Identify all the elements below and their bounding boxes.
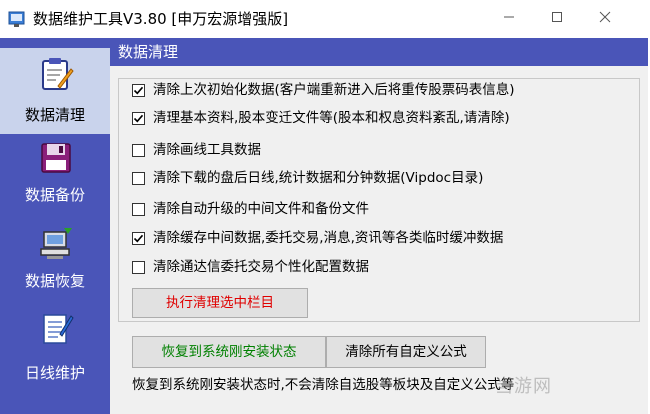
maximize-button[interactable] bbox=[534, 0, 580, 34]
option-clear-downloaded-data[interactable]: 清除下载的盘后日线,统计数据和分钟数据(Vipdoc目录) bbox=[132, 168, 483, 188]
title-bar: 数据维护工具V3.80 [申万宏源增强版] bbox=[0, 0, 650, 38]
app-icon bbox=[8, 11, 25, 27]
option-clear-cache-data[interactable]: 清除缓存中间数据,委托交易,消息,资讯等各类临时缓冲数据 bbox=[132, 228, 503, 248]
option-label: 清除上次初始化数据(客户端重新进入后将重传股票码表信息) bbox=[153, 82, 515, 98]
main-panel: 数据清理 清除上次初始化数据(客户端重新进入后将重传股票码表信息) 清理基本资料… bbox=[110, 38, 648, 414]
checkmark-icon bbox=[133, 234, 144, 242]
checkbox[interactable] bbox=[132, 171, 145, 185]
checkbox[interactable] bbox=[132, 111, 145, 125]
checkbox[interactable] bbox=[132, 143, 145, 157]
option-label: 清理基本资料,股本变迁文件等(股本和权息资料紊乱,请清除) bbox=[153, 110, 510, 126]
option-label: 清除缓存中间数据,委托交易,消息,资讯等各类临时缓冲数据 bbox=[153, 230, 504, 246]
option-clear-basic-info[interactable]: 清理基本资料,股本变迁文件等(股本和权息资料紊乱,请清除) bbox=[132, 108, 510, 128]
close-button[interactable] bbox=[582, 0, 628, 34]
sidebar-item-label: 日线维护 bbox=[24, 364, 85, 382]
checkmark-icon bbox=[133, 114, 144, 122]
checkbox[interactable] bbox=[132, 231, 145, 245]
option-clear-drawing-tools[interactable]: 清除画线工具数据 bbox=[132, 140, 261, 160]
sidebar-item-label: 数据备份 bbox=[24, 186, 85, 204]
minimize-icon bbox=[504, 16, 514, 18]
panel-header: 数据清理 bbox=[110, 38, 648, 66]
option-label: 清除自动升级的中间文件和备份文件 bbox=[153, 201, 369, 217]
clipboard-pencil-icon bbox=[42, 58, 74, 90]
sidebar-item-data-backup[interactable]: 数据备份 bbox=[0, 134, 110, 220]
sidebar-item-label: 数据恢复 bbox=[24, 272, 85, 290]
sidebar-item-daily-line[interactable]: 日线维护 bbox=[0, 306, 110, 392]
checkbox[interactable] bbox=[132, 202, 145, 216]
restore-install-state-button[interactable]: 恢复到系统刚安装状态 bbox=[132, 336, 326, 368]
sidebar-item-data-clean[interactable]: 数据清理 bbox=[0, 48, 110, 134]
option-clear-init-data[interactable]: 清除上次初始化数据(客户端重新进入后将重传股票码表信息) bbox=[132, 80, 515, 100]
minimize-button[interactable] bbox=[486, 0, 532, 34]
option-label: 清除画线工具数据 bbox=[153, 142, 261, 158]
clear-custom-formulas-button[interactable]: 清除所有自定义公式 bbox=[326, 336, 486, 368]
checkmark-icon bbox=[133, 86, 144, 94]
execute-clean-button[interactable]: 执行清理选中栏目 bbox=[132, 288, 308, 318]
option-clear-trade-config[interactable]: 清除通达信委托交易个性化配置数据 bbox=[132, 257, 369, 277]
option-clear-upgrade-files[interactable]: 清除自动升级的中间文件和备份文件 bbox=[132, 199, 369, 219]
watermark: 当游网 bbox=[495, 376, 552, 397]
floppy-disk-icon bbox=[41, 143, 71, 173]
option-label: 清除通达信委托交易个性化配置数据 bbox=[153, 259, 369, 275]
window-title: 数据维护工具V3.80 [申万宏源增强版] bbox=[33, 10, 289, 28]
sidebar-item-label: 数据清理 bbox=[24, 106, 85, 124]
sidebar: 数据清理 数据备份 数据恢复 日线维护 bbox=[0, 38, 110, 414]
restore-note: 恢复到系统刚安装状态时,不会清除自选股等板块及自定义公式等 bbox=[132, 377, 515, 393]
option-label: 清除下载的盘后日线,统计数据和分钟数据(Vipdoc目录) bbox=[153, 170, 484, 186]
maximize-icon bbox=[552, 12, 562, 22]
sidebar-item-data-restore[interactable]: 数据恢复 bbox=[0, 220, 110, 306]
restore-computer-icon bbox=[40, 228, 72, 259]
close-icon bbox=[599, 11, 611, 23]
checkbox[interactable] bbox=[132, 260, 145, 274]
checkbox[interactable] bbox=[132, 83, 145, 97]
notepad-icon bbox=[43, 314, 74, 344]
